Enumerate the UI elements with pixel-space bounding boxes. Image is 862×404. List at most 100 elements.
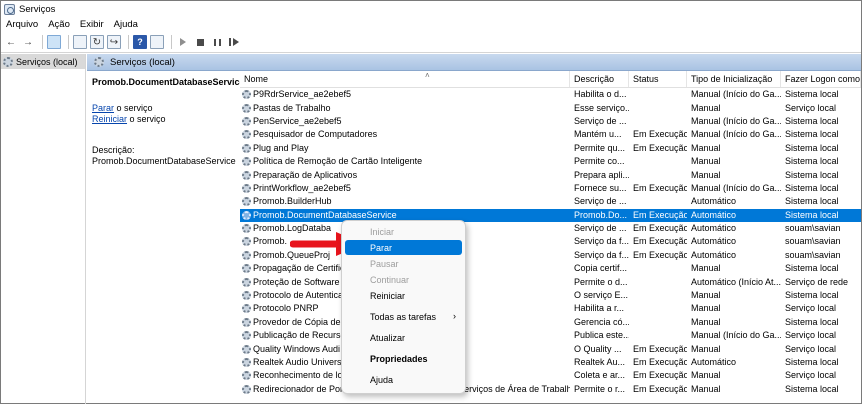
service-logon-as: Serviço local bbox=[785, 303, 837, 314]
service-name: PenService_ae2ebef5 bbox=[253, 115, 342, 126]
table-row[interactable]: Realtek Audio Universa Realtek Au... Em Ex… bbox=[240, 356, 861, 369]
gear-icon bbox=[94, 57, 104, 67]
service-name-cell: Promob.BuilderHub bbox=[240, 195, 570, 208]
stop-service-link[interactable]: Parar bbox=[92, 103, 114, 113]
table-row[interactable]: Promob.BuilderHub Serviço de ... Automátic… bbox=[240, 195, 861, 208]
table-row[interactable]: Preparação de Aplicativos Prepara apli...… bbox=[240, 168, 861, 181]
service-name: Reconhecimento de lo bbox=[253, 370, 343, 381]
menu-item-ajuda[interactable]: Ajuda bbox=[345, 372, 462, 387]
pause-service-icon[interactable] bbox=[210, 35, 224, 49]
start-service-icon[interactable] bbox=[176, 35, 190, 49]
menu-item-continuar[interactable]: Continuar bbox=[345, 272, 462, 287]
service-startup-type: Manual bbox=[691, 263, 721, 274]
menu-item-iniciar[interactable]: Iniciar bbox=[345, 224, 462, 239]
menu-item-atualizar[interactable]: Atualizar bbox=[345, 330, 462, 345]
service-logon-as: Serviço de rede bbox=[785, 276, 849, 287]
service-logon-as: Sistema local bbox=[785, 209, 839, 220]
menu-acao[interactable]: Ação bbox=[48, 19, 70, 30]
service-description: Habilita a r... bbox=[574, 303, 625, 314]
table-row[interactable]: Redirecionador de Portas do Modo do Usuá… bbox=[240, 383, 861, 396]
table-row[interactable]: Plug and Play Permite qu... Em Execução Man… bbox=[240, 142, 861, 155]
tree-item-label: Serviços (local) bbox=[16, 56, 78, 67]
table-row[interactable]: Provedor de Cópia de S Gerencia có... Manu… bbox=[240, 316, 861, 329]
table-row[interactable]: PrintWorkflow_ae2ebef5 Fornece su... Em Ex… bbox=[240, 182, 861, 195]
menu-item-reiniciar[interactable]: Reiniciar bbox=[345, 288, 462, 303]
service-startup-type: Manual bbox=[691, 169, 721, 180]
table-row[interactable]: Pesquisador de Computadores Mantém u... Em… bbox=[240, 128, 861, 141]
back-arrow-icon[interactable]: ← bbox=[4, 35, 18, 49]
menu-item-propriedades[interactable]: Propriedades bbox=[345, 351, 462, 366]
help-icon[interactable]: ? bbox=[133, 35, 147, 49]
table-row[interactable]: P9RdrService_ae2ebef5 Habilita o d... Manu… bbox=[240, 88, 861, 101]
gear-icon bbox=[242, 224, 251, 234]
gear-icon bbox=[242, 157, 251, 167]
forward-arrow-icon[interactable]: → bbox=[21, 35, 35, 49]
service-description: Prepara apli... bbox=[574, 169, 629, 180]
gear-icon bbox=[242, 143, 251, 153]
column-header-status[interactable]: Status bbox=[629, 71, 687, 87]
console-tree-icon[interactable] bbox=[47, 35, 61, 49]
service-status: Em Execução bbox=[633, 142, 687, 153]
column-header-startup-type[interactable]: Tipo de Inicialização bbox=[687, 71, 781, 87]
context-menu: Iniciar Parar Pausar Continuar Reiniciar… bbox=[341, 220, 466, 394]
gear-icon bbox=[242, 291, 251, 301]
service-status: Em Execução bbox=[633, 383, 687, 394]
service-description: Fornece su... bbox=[574, 182, 627, 193]
table-row[interactable]: Propagação de Certific Copia certif... Man… bbox=[240, 262, 861, 275]
table-row[interactable]: Promob.DocumentDatabaseService Promob.Do.… bbox=[240, 208, 861, 222]
service-name-cell: Pastas de Trabalho bbox=[240, 102, 570, 115]
toolbar-separator bbox=[68, 35, 69, 49]
gear-icon bbox=[242, 130, 251, 140]
service-status: Em Execução bbox=[633, 357, 687, 367]
gear-icon bbox=[242, 170, 251, 180]
menu-item-pausar[interactable]: Pausar bbox=[345, 256, 462, 271]
table-row[interactable]: Política de Remoção de Cartão Inteligent… bbox=[240, 155, 861, 168]
menu-item-todas-as-tarefas[interactable]: Todas as tarefas › bbox=[345, 309, 462, 324]
column-header-name[interactable]: Nome bbox=[240, 71, 570, 87]
menu-arquivo[interactable]: Arquivo bbox=[6, 19, 38, 30]
pane-header: Serviços (local) bbox=[87, 54, 861, 71]
table-row[interactable]: Reconhecimento de lo Coleta e ar... Em Exe… bbox=[240, 369, 861, 382]
chevron-right-icon: › bbox=[453, 311, 456, 321]
menu-item-parar[interactable]: Parar bbox=[345, 240, 462, 255]
action-pane-icon[interactable] bbox=[150, 35, 164, 49]
table-row[interactable]: Proteção de Software Permite o d... Automá… bbox=[240, 275, 861, 288]
table-row[interactable]: Protocolo de Autentica O serviço E... Manu… bbox=[240, 289, 861, 302]
service-status: Em Execução bbox=[633, 182, 687, 193]
service-status: Em Execução bbox=[633, 370, 687, 381]
service-description: Publica este... bbox=[574, 330, 629, 341]
title-bar: Serviços bbox=[1, 1, 861, 17]
gear-icon bbox=[242, 371, 251, 381]
table-row[interactable]: Pastas de Trabalho Esse serviço... Manual S… bbox=[240, 101, 861, 114]
refresh-icon[interactable]: ↻ bbox=[90, 35, 104, 49]
services-window: Serviços Arquivo Ação Exibir Ajuda ← → ↻… bbox=[0, 0, 862, 404]
table-row[interactable]: Protocolo PNRP Habilita a r... Manual Servi… bbox=[240, 302, 861, 315]
tree-item-services-local[interactable]: Serviços (local) bbox=[1, 54, 85, 69]
service-description: O Quality ... bbox=[574, 343, 622, 354]
table-row[interactable]: PenService_ae2ebef5 Serviço de ... Manual … bbox=[240, 115, 861, 128]
service-name: Preparação de Aplicativos bbox=[253, 169, 358, 180]
export-list-icon[interactable]: ↪ bbox=[107, 35, 121, 49]
table-row[interactable]: Quality Windows Audi O Quality ... Em Exec… bbox=[240, 342, 861, 355]
service-startup-type: Manual bbox=[691, 383, 721, 394]
properties-icon[interactable] bbox=[73, 35, 87, 49]
service-startup-type: Manual (Início do Ga... bbox=[691, 89, 781, 100]
service-description: Coleta e ar... bbox=[574, 370, 626, 381]
service-startup-type: Manual bbox=[691, 343, 721, 354]
service-description: Serviço de ... bbox=[574, 196, 627, 207]
service-startup-type: Manual bbox=[691, 316, 721, 327]
restart-service-icon[interactable] bbox=[227, 35, 241, 49]
column-header-description[interactable]: Descrição bbox=[570, 71, 629, 87]
menu-ajuda[interactable]: Ajuda bbox=[114, 19, 138, 30]
column-header-logon-as[interactable]: Fazer Logon como bbox=[781, 71, 861, 87]
service-name-cell: Política de Remoção de Cartão Inteligent… bbox=[240, 155, 570, 168]
menu-exibir[interactable]: Exibir bbox=[80, 19, 104, 30]
stop-service-icon[interactable] bbox=[193, 35, 207, 49]
service-startup-type: Manual bbox=[691, 142, 721, 153]
restart-service-link[interactable]: Reiniciar bbox=[92, 114, 127, 124]
service-status: Em Execução bbox=[633, 209, 687, 220]
service-startup-type: Manual bbox=[691, 290, 721, 301]
table-row[interactable]: Publicação de Recurso Publica este... Manu… bbox=[240, 329, 861, 342]
gear-icon bbox=[242, 358, 251, 367]
service-description: Serviço da f... bbox=[574, 236, 629, 247]
